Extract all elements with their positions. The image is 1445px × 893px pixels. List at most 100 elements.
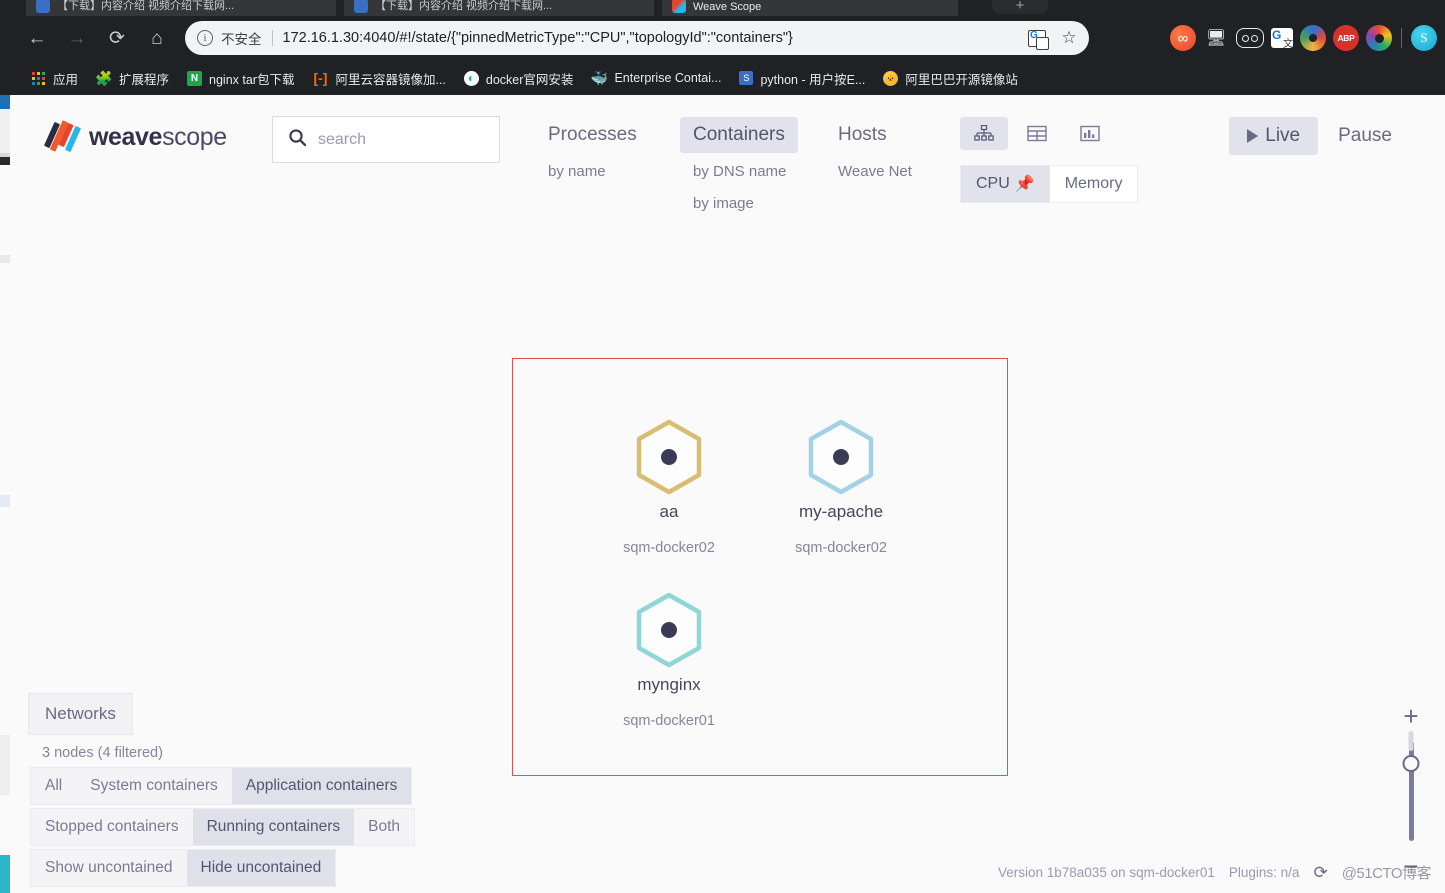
metric-memory[interactable]: Memory [1050, 166, 1138, 202]
adblock-plus-extension-icon[interactable] [1333, 25, 1359, 51]
goggles-extension-icon[interactable] [1236, 28, 1264, 48]
metric-toggle: CPU 📌 Memory [960, 165, 1139, 203]
tab-favicon [36, 0, 50, 13]
filter-running-containers[interactable]: Running containers [192, 809, 355, 845]
node-shape [599, 419, 739, 495]
docker-globe-icon: ◐ [463, 70, 479, 86]
topology-processes-by-name[interactable]: by name [535, 158, 619, 185]
play-icon [1247, 129, 1259, 143]
zoom-in-button[interactable]: + [1403, 703, 1418, 729]
color-wheel-extension-icon[interactable] [1366, 25, 1392, 51]
refresh-icon[interactable]: ⟳ [1313, 863, 1327, 883]
networks-button[interactable]: Networks [28, 693, 133, 735]
topology-containers-by-image[interactable]: by image [680, 190, 767, 217]
bookmark-label: 阿里巴巴开源镜像站 [905, 72, 1018, 87]
extensions-bar: 🖥 [1170, 21, 1437, 55]
monitor-extension-icon[interactable]: 🖥 [1203, 25, 1229, 51]
graph-node-mynginx[interactable]: mynginx sqm-docker01 [599, 592, 739, 729]
site-info-icon[interactable]: i [197, 30, 213, 46]
topology-hosts-weave-net[interactable]: Weave Net [825, 158, 925, 185]
metric-cpu[interactable]: CPU 📌 [961, 166, 1050, 202]
hexagon-icon [636, 592, 702, 668]
infinity-extension-icon[interactable] [1170, 25, 1196, 51]
filter-application-containers[interactable]: Application containers [231, 768, 412, 804]
bookmark-alibaba-mirror[interactable]: 🐱 阿里巴巴开源镜像站 [875, 65, 1026, 92]
security-label: 不安全 [221, 32, 262, 47]
topology-hosts[interactable]: Hosts [825, 117, 900, 153]
new-tab-button[interactable] [992, 0, 1048, 14]
bookmark-enterprise-container[interactable]: 🐳 Enterprise Contai... [583, 66, 729, 90]
table-view-icon[interactable] [1013, 117, 1061, 150]
graph-node-my-apache[interactable]: my-apache sqm-docker02 [771, 419, 911, 556]
topology-column-containers: Containers by DNS name by image [680, 117, 825, 217]
search-input[interactable] [318, 130, 484, 149]
graph-canvas[interactable]: aa sqm-docker02 my-apache sqm-docker02 m… [512, 358, 1008, 776]
bookmark-label: 扩展程序 [119, 72, 170, 87]
profile-avatar[interactable] [1411, 25, 1437, 51]
zoom-slider-handle[interactable] [1402, 755, 1420, 772]
filter-both[interactable]: Both [354, 809, 414, 845]
topology-containers-by-dns-name[interactable]: by DNS name [680, 158, 799, 185]
node-label: mynginx [637, 675, 701, 694]
node-sublabel: sqm-docker01 [623, 713, 715, 729]
address-bar[interactable]: i 不安全 172.16.1.30:4040/#!/state/{"pinned… [185, 21, 1089, 55]
browser-tab-active[interactable]: Weave Scope [662, 0, 958, 16]
bookmark-label: docker官网安装 [485, 72, 574, 87]
nginx-icon: N [187, 70, 203, 86]
url-text[interactable]: 172.16.1.30:4040/#!/state/{"pinnedMetric… [283, 30, 1020, 46]
bookmark-label: 阿里云容器镜像加... [335, 72, 446, 87]
filter-show-uncontained[interactable]: Show uncontained [31, 850, 187, 886]
bookmark-nginx[interactable]: N nginx tar包下载 [179, 65, 302, 92]
zoom-slider-track[interactable] [1402, 731, 1420, 841]
back-button[interactable]: ← [20, 22, 54, 56]
live-button[interactable]: Live [1229, 117, 1319, 155]
status-bar: Version 1b78a035 on sqm-docker01 Plugins… [997, 862, 1432, 883]
reload-button[interactable]: ⟳ [100, 22, 134, 56]
filter-stopped-containers[interactable]: Stopped containers [31, 809, 193, 845]
aliyun-icon: [-] [313, 70, 328, 86]
tab-title: 【下载】内容介绍 视频介绍下载网... [375, 0, 553, 12]
apps-grid-icon [30, 70, 46, 86]
search-box[interactable] [272, 116, 500, 163]
search-icon [288, 128, 307, 152]
filter-system-containers[interactable]: System containers [76, 768, 232, 804]
pin-icon[interactable]: 📌 [1015, 174, 1035, 194]
browser-chrome: 【下载】内容介绍 视频介绍下载网... 【下载】内容介绍 视频介绍下载网... … [0, 0, 1445, 95]
google-translate-extension-icon[interactable] [1271, 28, 1293, 48]
bookmark-star-icon[interactable]: ☆ [1055, 24, 1083, 52]
weavescope-logo[interactable]: weavescope [43, 120, 227, 154]
background-window-sliver [0, 95, 10, 893]
home-button[interactable]: ⌂ [140, 22, 174, 56]
screen: 【下载】内容介绍 视频介绍下载网... 【下载】内容介绍 视频介绍下载网... … [0, 0, 1445, 893]
pause-label: Pause [1338, 125, 1392, 146]
pause-button[interactable]: Pause [1320, 117, 1410, 155]
graph-view-icon[interactable] [960, 117, 1008, 150]
bookmark-extensions[interactable]: 🧩 扩展程序 [88, 65, 177, 92]
forward-button[interactable]: → [60, 22, 94, 56]
alibaba-icon: 🐱 [883, 70, 899, 86]
tab-favicon [354, 0, 368, 13]
browser-tab[interactable]: 【下载】内容介绍 视频介绍下载网... [344, 0, 654, 16]
browser-tab[interactable]: 【下载】内容介绍 视频介绍下载网... [26, 0, 336, 16]
hexagon-icon [636, 419, 702, 495]
tab-title: Weave Scope [693, 1, 762, 13]
bookmark-aliyun-registry[interactable]: [-] 阿里云容器镜像加... [304, 65, 453, 92]
colorful-extension-icon[interactable] [1300, 25, 1326, 51]
metric-memory-label: Memory [1064, 175, 1123, 192]
filter-hide-uncontained[interactable]: Hide uncontained [186, 850, 336, 886]
bookmark-docker-install[interactable]: ◐ docker官网安装 [456, 65, 582, 92]
bookmark-python[interactable]: S python - 用户按E... [731, 65, 873, 92]
graph-node-aa[interactable]: aa sqm-docker02 [599, 419, 739, 556]
watermark-label: @51CTO博客 [1341, 865, 1432, 882]
brand-wordmark: weavescope [89, 123, 227, 152]
filter-row-container-state: Stopped containers Running containers Bo… [30, 808, 416, 846]
toolbar-divider [1401, 28, 1402, 48]
zoom-control: + − [1399, 703, 1423, 879]
topology-processes[interactable]: Processes [535, 117, 650, 153]
resource-view-icon[interactable] [1066, 117, 1114, 150]
translate-icon[interactable] [1023, 24, 1051, 52]
filter-all[interactable]: All [31, 768, 76, 804]
topology-containers[interactable]: Containers [680, 117, 798, 153]
bookmark-apps[interactable]: 应用 [22, 65, 86, 92]
version-label: Version 1b78a035 on sqm-docker01 [997, 865, 1215, 880]
